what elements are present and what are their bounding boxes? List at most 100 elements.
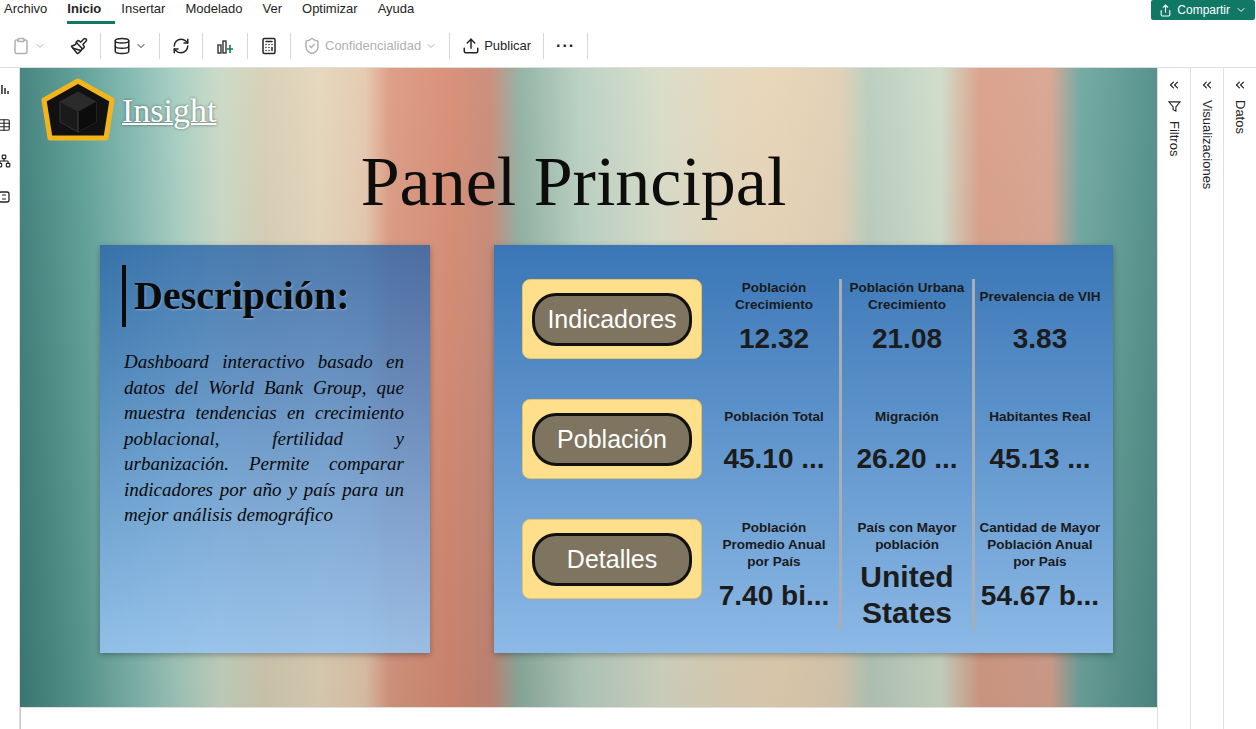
toolbar-separator xyxy=(543,33,544,59)
description-text: Dashboard interactivo basado en datos de… xyxy=(124,349,404,528)
pane-label: Datos xyxy=(1233,100,1248,134)
kpi-label: Población Total xyxy=(724,399,824,433)
toolbar-separator xyxy=(247,33,248,59)
nav-button[interactable]: Indicadores xyxy=(522,279,702,359)
kpi-label: Población Crecimiento xyxy=(713,279,835,313)
pane-label: Filtros xyxy=(1167,121,1182,156)
table-view-button[interactable] xyxy=(0,118,11,132)
kpi-card: Población Total 45.10 ... xyxy=(706,399,839,519)
paste-button[interactable] xyxy=(0,37,58,55)
kpi-label: Prevalencia de VIH xyxy=(980,279,1101,313)
side-pane[interactable]: Visualizaciones xyxy=(1190,68,1223,729)
ribbon-tabs: ArchivoInicioInsertarModelado VerOptimiza… xyxy=(0,0,434,24)
description-heading: Descripción: xyxy=(122,265,404,327)
expand-icon xyxy=(1233,78,1247,92)
kpi-label: Población Promedio Anual por País xyxy=(713,519,835,570)
side-pane[interactable]: Datos xyxy=(1223,68,1256,729)
chevron-down-icon xyxy=(34,40,46,52)
report-canvas: Insight Panel Principal Descripción: Dashbo… xyxy=(20,68,1157,707)
nav-button[interactable]: Población xyxy=(522,399,702,479)
ribbon-tab[interactable]: Modelado xyxy=(185,0,256,24)
get-data-icon xyxy=(113,37,131,55)
nav-button-label: Detalles xyxy=(532,533,692,586)
toolbar-separator xyxy=(449,33,450,59)
publish-button[interactable]: Publicar xyxy=(450,37,543,55)
nav-button-label: Indicadores xyxy=(532,293,692,346)
kpi-value: 21.08 xyxy=(872,319,942,359)
refresh-icon xyxy=(172,37,190,55)
kpi-card: Prevalencia de VIH 3.83 xyxy=(972,279,1105,399)
new-visual-button[interactable] xyxy=(203,36,247,56)
kpi-card: Habitantes Real45.13 ... xyxy=(972,399,1105,519)
sensitivity-button[interactable]: Confidencialidad xyxy=(291,37,449,55)
chevron-down-icon xyxy=(425,40,437,52)
kpi-value: 54.67 b... xyxy=(981,576,1099,616)
format-painter-button[interactable] xyxy=(58,37,100,55)
ribbon-tab[interactable]: Insertar xyxy=(121,0,179,24)
report-view-button[interactable] xyxy=(0,82,11,96)
kpi-label: País con Mayor población xyxy=(846,519,968,553)
report-title: Panel Principal xyxy=(20,142,1157,222)
cube-logo-icon xyxy=(40,78,116,144)
toolbar-separator xyxy=(290,33,291,59)
ribbon-tab[interactable]: Archivo xyxy=(4,0,61,24)
side-pane[interactable]: Filtros xyxy=(1158,68,1190,729)
kpi-value: United States xyxy=(846,559,968,631)
view-rail xyxy=(0,68,20,729)
kpi-card: Cantidad de Mayor Población Anual por Pa… xyxy=(972,519,1105,630)
description-panel: Descripción: Dashboard interactivo basado… xyxy=(100,245,430,653)
nav-button-label: Población xyxy=(532,413,692,466)
calculation-icon xyxy=(260,37,278,55)
ribbon-tab[interactable]: Ayuda xyxy=(378,0,429,24)
table-view-icon xyxy=(0,118,11,132)
kpi-card: Población Crecimiento12.32 xyxy=(706,279,839,399)
get-data-button[interactable] xyxy=(101,37,159,55)
report-view-icon xyxy=(0,82,11,96)
kpi-value: 7.40 bi... xyxy=(719,576,830,616)
kpi-label: Población Urbana Crecimiento xyxy=(846,279,968,313)
model-view-icon xyxy=(0,154,11,168)
new-visual-icon xyxy=(215,36,235,56)
toolbar-separator xyxy=(100,33,101,59)
kpi-label: Migración xyxy=(875,399,939,433)
kpi-value: 26.20 ... xyxy=(856,439,957,479)
refresh-button[interactable] xyxy=(160,37,202,55)
toolbar-separator xyxy=(587,33,588,59)
kpi-value: 45.13 ... xyxy=(989,439,1090,479)
share-icon xyxy=(1159,4,1172,17)
model-view-button[interactable] xyxy=(0,154,11,168)
filter-icon xyxy=(1168,100,1181,113)
expand-icon xyxy=(1167,78,1181,92)
more-button[interactable]: ··· xyxy=(544,37,587,55)
page-strip xyxy=(20,707,1157,729)
power-bi-window: ArchivoInicioInsertarModelado VerOptimiza… xyxy=(0,0,1256,729)
chevron-down-icon xyxy=(1235,4,1247,16)
kpi-panel: IndicadoresPoblación Crecimiento12.32Pob… xyxy=(494,245,1113,653)
expand-icon xyxy=(1200,78,1214,92)
paste-icon xyxy=(12,37,30,55)
toolbar-separator xyxy=(202,33,203,59)
dax-view-button[interactable] xyxy=(0,190,11,204)
menu-bar: ArchivoInicioInsertarModelado VerOptimiza… xyxy=(0,0,1256,24)
pane-label: Visualizaciones xyxy=(1200,100,1215,189)
ribbon-tab[interactable]: Inicio xyxy=(67,0,115,24)
calculation-button[interactable] xyxy=(248,37,290,55)
kpi-value: 45.10 ... xyxy=(723,439,824,479)
sensitivity-icon xyxy=(303,37,321,55)
ribbon-tab[interactable]: Optimizar xyxy=(302,0,372,24)
kpi-card: Migración 26.20 ... xyxy=(839,399,972,519)
publish-icon xyxy=(462,37,480,55)
ribbon-toolbar: ConfidencialidadPublicar··· xyxy=(0,24,1256,68)
logo: Insight xyxy=(20,78,1157,144)
share-button[interactable]: Compartir xyxy=(1151,0,1255,20)
toolbar-separator xyxy=(159,33,160,59)
kpi-card: Población Urbana Crecimiento 21.08 xyxy=(839,279,972,399)
side-panes: Filtros Visualizaciones Datos xyxy=(1157,68,1256,729)
kpi-card: Población Promedio Anual por País 7.40 bi… xyxy=(706,519,839,630)
nav-button[interactable]: Detalles xyxy=(522,519,702,599)
kpi-value: 3.83 xyxy=(1013,319,1068,359)
logo-text: Insight xyxy=(122,92,216,130)
dax-view-icon xyxy=(0,190,11,204)
ribbon-tab[interactable]: Ver xyxy=(263,0,297,24)
format-painter-icon xyxy=(70,37,88,55)
